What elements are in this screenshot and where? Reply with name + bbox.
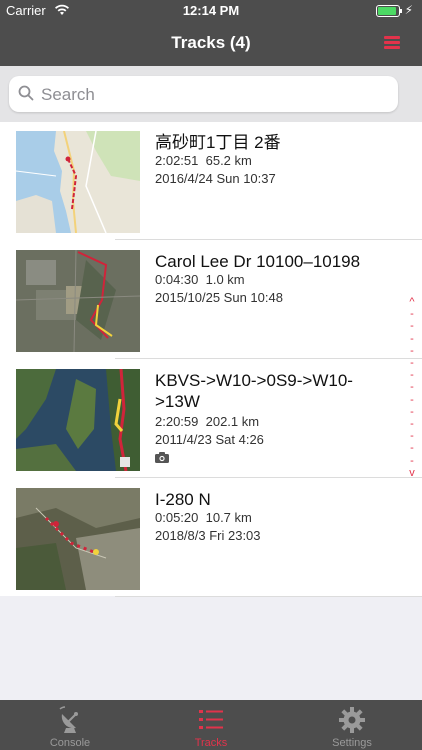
index-dot[interactable]: - xyxy=(406,345,418,357)
index-dot[interactable]: - xyxy=(406,369,418,381)
status-bar: Carrier 12:14 PM ⚡ xyxy=(0,0,422,22)
track-date: 2011/4/23 Sat 4:26 xyxy=(155,432,264,447)
track-stats: 2:20:59 202.1 km xyxy=(155,414,259,429)
index-dot[interactable]: - xyxy=(406,308,418,320)
row-separator xyxy=(115,358,422,359)
track-distance: 10.7 km xyxy=(205,510,252,525)
search-field[interactable] xyxy=(9,76,398,112)
section-index-bar[interactable]: ^ - - - - - - - - - - - - - v xyxy=(406,296,418,479)
track-name: 高砂町1丁目 2番 xyxy=(155,133,281,152)
list-icon xyxy=(199,710,223,729)
track-distance: 202.1 km xyxy=(205,414,260,429)
track-duration: 2:20:59 xyxy=(155,414,199,429)
index-bottom-chevron[interactable]: v xyxy=(406,467,418,479)
index-dot[interactable]: - xyxy=(406,320,418,332)
index-dot[interactable]: - xyxy=(406,442,418,454)
index-dot[interactable]: - xyxy=(406,333,418,345)
search-input[interactable] xyxy=(39,82,383,108)
camera-icon xyxy=(155,452,169,463)
page-title: Tracks (4) xyxy=(171,33,251,52)
charging-icon: ⚡ xyxy=(404,3,413,17)
index-top-chevron[interactable]: ^ xyxy=(406,296,418,308)
index-dot[interactable]: - xyxy=(406,430,418,442)
track-map-thumbnail xyxy=(16,250,140,352)
index-dot[interactable]: - xyxy=(406,418,418,430)
status-time: 12:14 PM xyxy=(182,3,240,18)
hamburger-menu-icon[interactable] xyxy=(384,36,400,50)
row-separator xyxy=(115,239,422,240)
navigation-bar: Carrier 12:14 PM ⚡ Tracks (4) xyxy=(0,0,422,66)
track-date: 2015/10/25 Sun 10:48 xyxy=(155,290,283,305)
index-dot[interactable]: - xyxy=(406,406,418,418)
track-stats: 2:02:51 65.2 km xyxy=(155,153,252,168)
track-map-thumbnail xyxy=(16,131,140,233)
tab-label: Console xyxy=(49,737,91,749)
gear-icon xyxy=(339,707,365,733)
index-dot[interactable]: - xyxy=(406,381,418,393)
index-dot[interactable]: - xyxy=(406,394,418,406)
index-dot[interactable]: - xyxy=(406,357,418,369)
track-stats: 0:05:20 10.7 km xyxy=(155,510,252,525)
track-date: 2016/4/24 Sun 10:37 xyxy=(155,171,276,186)
track-list: 高砂町1丁目 2番 2:02:51 65.2 km 2016/4/24 Sun … xyxy=(0,122,422,597)
search-icon xyxy=(18,85,34,101)
track-row[interactable]: 高砂町1丁目 2番 2:02:51 65.2 km 2016/4/24 Sun … xyxy=(0,122,422,240)
track-distance: 65.2 km xyxy=(205,153,252,168)
track-distance: 1.0 km xyxy=(205,272,245,287)
tab-settings[interactable]: Settings xyxy=(282,700,422,750)
track-duration: 2:02:51 xyxy=(155,153,199,168)
tab-tracks[interactable]: Tracks xyxy=(141,700,281,750)
row-separator xyxy=(115,477,422,478)
track-map-thumbnail xyxy=(16,488,140,590)
track-date: 2018/8/3 Fri 23:03 xyxy=(155,528,261,543)
track-duration: 0:04:30 xyxy=(155,272,199,287)
tab-bar: Console Tracks Settings xyxy=(0,700,422,750)
track-row[interactable]: Carol Lee Dr 10100–10198 0:04:30 1.0 km … xyxy=(0,241,422,359)
track-name: I-280 N xyxy=(155,490,211,509)
track-name: KBVS->W10->0S9->W10->13W xyxy=(155,371,353,411)
tab-console[interactable]: Console xyxy=(0,700,140,750)
track-duration: 0:05:20 xyxy=(155,510,199,525)
satellite-dish-icon xyxy=(59,706,78,733)
tab-label: Settings xyxy=(332,737,372,749)
track-name: Carol Lee Dr 10100–10198 xyxy=(155,252,361,271)
track-row[interactable]: KBVS->W10->0S9->W10->13W 2:20:59 202.1 k… xyxy=(0,360,422,478)
index-dot[interactable]: - xyxy=(406,455,418,467)
track-stats: 0:04:30 1.0 km xyxy=(155,272,245,287)
battery-icon xyxy=(376,5,402,17)
track-map-thumbnail xyxy=(16,369,140,471)
track-row[interactable]: I-280 N 0:05:20 10.7 km 2018/8/3 Fri 23:… xyxy=(0,479,422,597)
search-bar xyxy=(0,66,422,122)
row-separator xyxy=(115,596,422,597)
tab-label: Tracks xyxy=(194,737,228,749)
